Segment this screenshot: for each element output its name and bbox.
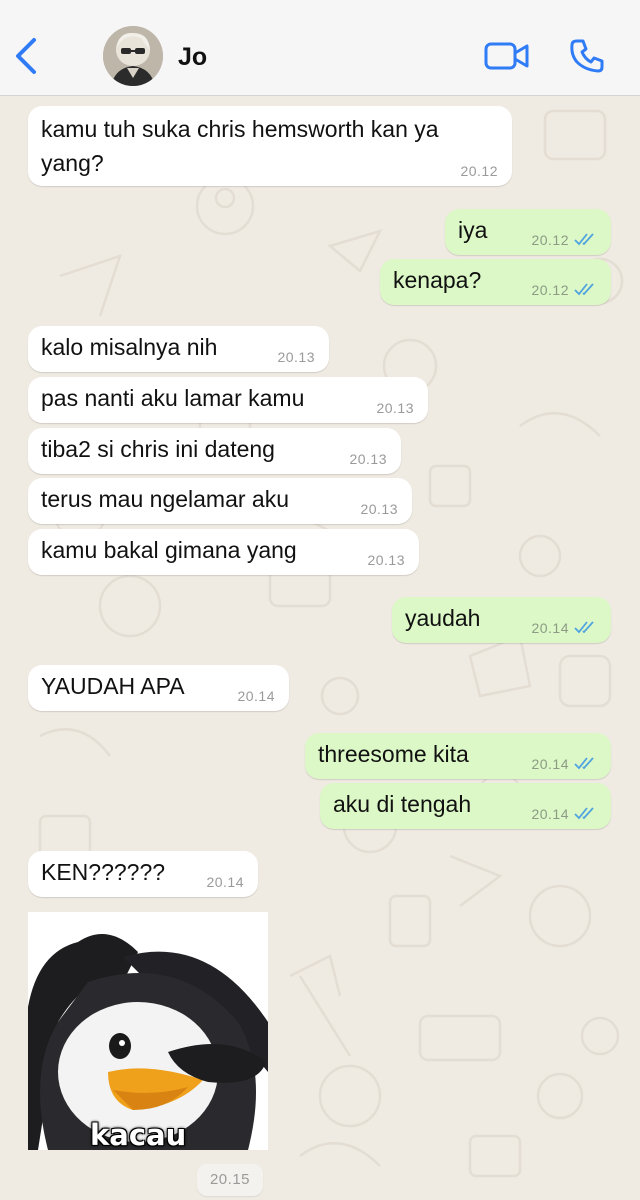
message-text: KEN?????? bbox=[41, 859, 166, 885]
message-bubble-outgoing[interactable]: yaudah 20.14 bbox=[392, 597, 611, 643]
message-bubble-incoming[interactable]: YAUDAH APA 20.14 bbox=[28, 665, 289, 711]
message-time: 20.14 bbox=[237, 688, 275, 704]
message-time: 20.13 bbox=[367, 552, 405, 568]
phone-icon bbox=[570, 39, 604, 73]
message-bubble-outgoing[interactable]: iya 20.12 bbox=[445, 209, 611, 255]
read-ticks-icon bbox=[574, 283, 594, 296]
message-bubble-incoming[interactable]: tiba2 si chris ini dateng 20.13 bbox=[28, 428, 401, 474]
back-button[interactable] bbox=[12, 36, 42, 76]
message-text: kalo misalnya nih bbox=[41, 334, 218, 360]
penguin-sticker-image bbox=[28, 912, 268, 1150]
message-time: 20.13 bbox=[360, 501, 398, 517]
message-text: threesome kita bbox=[318, 741, 469, 767]
message-text: kamu tuh suka chris hemsworth kan ya yan… bbox=[41, 116, 439, 176]
read-ticks-icon bbox=[574, 233, 594, 246]
chat-area[interactable]: kamu tuh suka chris hemsworth kan ya yan… bbox=[0, 96, 640, 1200]
read-ticks-icon bbox=[574, 807, 594, 820]
chat-header: Jo bbox=[0, 0, 640, 96]
read-ticks-icon bbox=[574, 621, 594, 634]
message-text: terus mau ngelamar aku bbox=[41, 486, 290, 512]
message-bubble-incoming[interactable]: pas nanti aku lamar kamu 20.13 bbox=[28, 377, 428, 423]
message-time: 20.12 bbox=[460, 163, 498, 179]
contact-name[interactable]: Jo bbox=[178, 43, 207, 72]
sticker-time: 20.15 bbox=[197, 1164, 263, 1196]
message-time: 20.12 bbox=[531, 282, 569, 298]
message-text: iya bbox=[458, 217, 488, 243]
message-text: kenapa? bbox=[393, 267, 482, 293]
sticker-caption: kacau bbox=[90, 1118, 187, 1150]
message-bubble-incoming[interactable]: terus mau ngelamar aku 20.13 bbox=[28, 478, 412, 524]
message-time: 20.14 bbox=[531, 620, 569, 636]
voice-call-button[interactable] bbox=[568, 37, 606, 75]
message-text: aku di tengah bbox=[333, 791, 472, 817]
message-bubble-incoming[interactable]: kamu bakal gimana yang 20.13 bbox=[28, 529, 419, 575]
read-ticks-icon bbox=[574, 757, 594, 770]
message-time: 20.13 bbox=[349, 451, 387, 467]
sticker-message[interactable]: kacau bbox=[28, 912, 268, 1150]
message-bubble-outgoing[interactable]: aku di tengah 20.14 bbox=[320, 783, 611, 829]
message-time: 20.14 bbox=[531, 806, 569, 822]
message-text: pas nanti aku lamar kamu bbox=[41, 385, 305, 411]
message-bubble-incoming[interactable]: KEN?????? 20.14 bbox=[28, 851, 258, 897]
message-time: 20.14 bbox=[531, 756, 569, 772]
message-bubble-incoming[interactable]: kamu tuh suka chris hemsworth kan ya yan… bbox=[28, 106, 512, 186]
message-time: 20.13 bbox=[277, 349, 315, 365]
message-bubble-outgoing[interactable]: threesome kita 20.14 bbox=[305, 733, 611, 779]
avatar-image bbox=[103, 26, 163, 86]
message-bubble-outgoing[interactable]: kenapa? 20.12 bbox=[380, 259, 611, 305]
avatar[interactable] bbox=[103, 26, 163, 86]
message-text: YAUDAH APA bbox=[41, 673, 185, 699]
message-bubble-incoming[interactable]: kalo misalnya nih 20.13 bbox=[28, 326, 329, 372]
message-time: 20.12 bbox=[531, 232, 569, 248]
video-camera-icon bbox=[484, 42, 529, 70]
message-time: 20.14 bbox=[206, 874, 244, 890]
chevron-left-icon bbox=[16, 38, 36, 74]
message-text: yaudah bbox=[405, 605, 481, 631]
message-text: kamu bakal gimana yang bbox=[41, 537, 297, 563]
video-call-button[interactable] bbox=[483, 40, 531, 72]
message-time: 20.13 bbox=[376, 400, 414, 416]
message-text: tiba2 si chris ini dateng bbox=[41, 436, 275, 462]
